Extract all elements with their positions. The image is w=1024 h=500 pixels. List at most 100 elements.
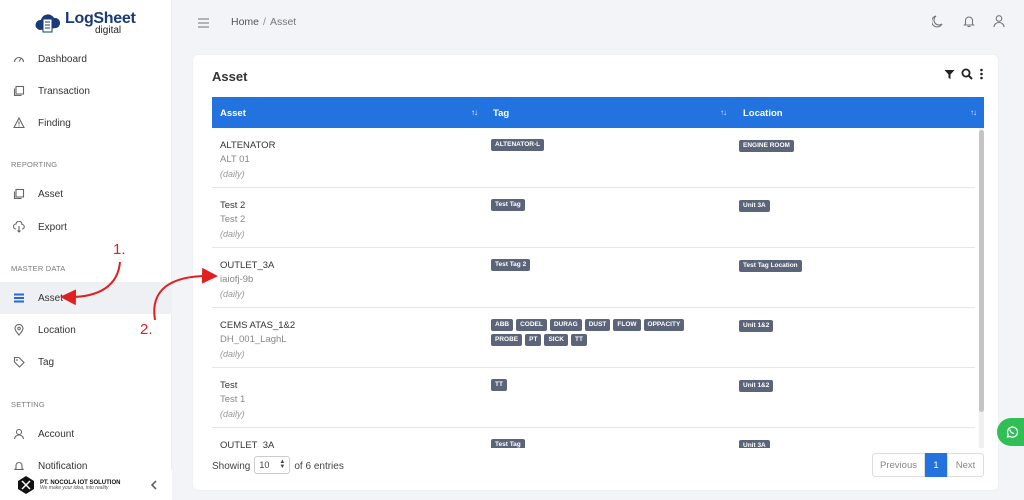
- company-logo-icon: [18, 476, 34, 494]
- sort-icon[interactable]: ↑↓: [720, 108, 727, 117]
- tag-badge: Test Tag: [491, 199, 525, 211]
- section-reporting: REPORTING: [11, 160, 58, 169]
- table-row[interactable]: CEMS ATAS_1&2 DH_001_LaghL (daily) ABB C…: [212, 308, 975, 368]
- annotation-step-2: 2.: [140, 321, 153, 338]
- section-setting: SETTING: [11, 400, 45, 409]
- table-row[interactable]: ALTENATOR ALT 01 (daily) ALTENATOR-L ENG…: [212, 128, 975, 188]
- sidebar-item-transaction[interactable]: Transaction: [0, 75, 172, 107]
- table-row[interactable]: Test Test 1 (daily) TT Unit 1&2: [212, 368, 975, 428]
- sidebar-item-account[interactable]: Account: [0, 418, 172, 450]
- cloud-download-icon: [12, 221, 25, 234]
- asset-frequency: (daily): [220, 409, 245, 419]
- entries-count: of 6 entries: [294, 461, 344, 472]
- chevron-left-icon[interactable]: [150, 479, 158, 493]
- tag-badge: Test Tag 2: [491, 259, 531, 271]
- tag-badge: SICK: [544, 334, 568, 346]
- tag-badge: OPPACITY: [643, 319, 685, 331]
- moon-icon[interactable]: [931, 14, 946, 31]
- hamburger-menu-icon[interactable]: [198, 16, 209, 31]
- breadcrumb-separator: /: [263, 16, 266, 28]
- asset-frequency: (daily): [220, 349, 245, 359]
- sidebar-item-report-asset[interactable]: Asset: [0, 178, 172, 210]
- bell-icon[interactable]: [962, 14, 976, 31]
- asset-name: Test: [220, 380, 238, 391]
- sidebar-item-label: Export: [38, 221, 67, 233]
- section-master-data: MASTER DATA: [11, 264, 66, 273]
- sidebar: LogSheet digital Dashboard Transaction F…: [0, 0, 172, 500]
- asset-frequency: (daily): [220, 289, 245, 299]
- whatsapp-icon: [1006, 426, 1019, 438]
- location-badge: Unit 3A: [739, 200, 770, 212]
- tag-badge: DUST: [584, 319, 611, 331]
- sort-icon[interactable]: ↑↓: [970, 108, 977, 117]
- filter-icon[interactable]: [944, 69, 955, 83]
- asset-name: OUTLET_3A: [220, 440, 275, 448]
- search-icon[interactable]: [961, 68, 973, 83]
- gauge-icon: [12, 53, 25, 66]
- previous-page-button[interactable]: Previous: [872, 453, 925, 477]
- column-header-asset[interactable]: Asset: [220, 108, 246, 119]
- annotation-step-1: 1.: [113, 241, 126, 258]
- location-badge: Unit 3A: [739, 440, 770, 448]
- asset-card: Asset Asset ↑↓ Tag ↑↓ Location ↑↓ ALTENA…: [193, 55, 998, 490]
- table-row[interactable]: Test 2 Test 2 (daily) Test Tag Unit 3A: [212, 188, 975, 248]
- tag-badge: Test Tag: [491, 439, 525, 448]
- next-page-button[interactable]: Next: [947, 453, 984, 477]
- company-tagline: We make your idea, into reality: [40, 484, 109, 491]
- user-icon: [12, 428, 25, 441]
- logo-sub-text: digital: [95, 24, 122, 36]
- logo[interactable]: LogSheet digital: [34, 8, 136, 38]
- sidebar-item-master-asset[interactable]: Asset: [0, 282, 172, 314]
- breadcrumb-home[interactable]: Home: [231, 16, 259, 28]
- table-body: ALTENATOR ALT 01 (daily) ALTENATOR-L ENG…: [212, 128, 975, 448]
- sidebar-item-label: Location: [38, 324, 76, 336]
- pagination: Previous 1 Next: [872, 453, 984, 477]
- tag-badge: PROBE: [491, 334, 523, 346]
- location-badge: Unit 1&2: [739, 320, 774, 332]
- tag-badge: CODEL: [516, 319, 547, 331]
- sidebar-item-label: Asset: [38, 292, 64, 304]
- showing-label: Showing: [212, 461, 251, 472]
- table-footer: Showing 10 ▲ ▼ of 6 entries Previous 1 Ne…: [212, 453, 984, 477]
- asset-code: ALT 01: [220, 154, 250, 165]
- sidebar-item-dashboard[interactable]: Dashboard: [0, 43, 172, 75]
- table-row[interactable]: OUTLET_3A Test Tag Unit 3A: [212, 428, 975, 448]
- column-header-location[interactable]: Location: [743, 108, 783, 119]
- copy-icon: [12, 85, 25, 98]
- page-1-button[interactable]: 1: [925, 453, 947, 477]
- asset-code: Test 1: [220, 394, 246, 405]
- asset-code: Test 2: [220, 214, 246, 225]
- table-row[interactable]: OUTLET_3A iaiofj-9b (daily) Test Tag 2 T…: [212, 248, 975, 308]
- tag-badge: ALTENATOR-L: [491, 139, 545, 151]
- page-title: Asset: [212, 69, 248, 84]
- sidebar-item-label: Asset: [38, 188, 64, 200]
- more-vertical-icon[interactable]: [979, 68, 984, 83]
- scrollbar-thumb[interactable]: [979, 130, 984, 412]
- sidebar-item-label: Tag: [38, 356, 55, 368]
- table-scrollbar[interactable]: [979, 128, 984, 448]
- whatsapp-button[interactable]: [997, 418, 1024, 446]
- sidebar-item-label: Account: [38, 428, 75, 440]
- sidebar-item-finding[interactable]: Finding: [0, 107, 172, 139]
- asset-name: CEMS ATAS_1&2: [220, 320, 296, 331]
- asset-code: DH_001_LaghL: [220, 334, 287, 345]
- sidebar-item-tag[interactable]: Tag: [0, 346, 172, 378]
- column-header-tag[interactable]: Tag: [493, 108, 509, 119]
- user-icon[interactable]: [992, 14, 1006, 31]
- copy-icon: [12, 188, 25, 201]
- tag-badge: PT: [525, 334, 542, 346]
- tag-badge: TT: [491, 379, 507, 391]
- sidebar-item-label: Finding: [38, 117, 71, 129]
- asset-name: ALTENATOR: [220, 140, 276, 151]
- sort-icon[interactable]: ↑↓: [471, 108, 478, 117]
- topbar: Home / Asset: [172, 0, 1024, 46]
- page-size-select[interactable]: 10 ▲ ▼: [254, 456, 291, 474]
- select-arrows-icon: ▲ ▼: [279, 459, 286, 470]
- sidebar-item-export[interactable]: Export: [0, 211, 172, 243]
- location-badge: Unit 1&2: [739, 380, 774, 392]
- location-badge: Test Tag Location: [739, 260, 802, 272]
- asset-name: OUTLET_3A: [220, 260, 275, 271]
- tag-icon: [12, 356, 25, 369]
- breadcrumb-current: Asset: [269, 16, 297, 28]
- asset-frequency: (daily): [220, 229, 245, 239]
